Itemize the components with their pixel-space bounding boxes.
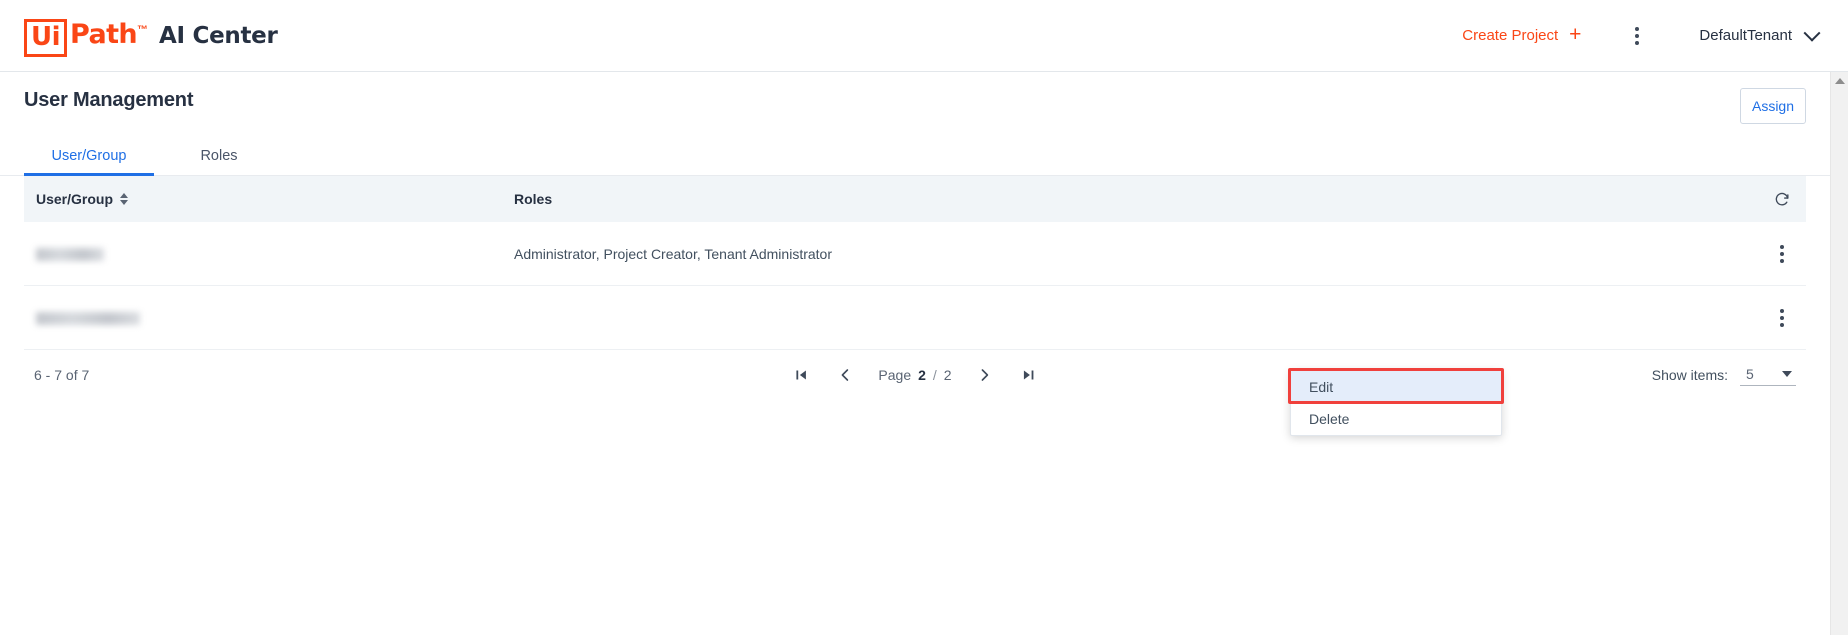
- previous-page-icon[interactable]: [834, 364, 856, 386]
- page-separator: /: [932, 367, 937, 383]
- page-title: User Management: [24, 88, 194, 111]
- pagination-bar: 6 - 7 of 7 Page 2 / 2 Show items: 5: [24, 350, 1806, 400]
- create-project-label: Create Project: [1462, 27, 1559, 44]
- kebab-dot: [1635, 40, 1640, 45]
- page-content: User Management Assign User/Group Roles …: [0, 72, 1830, 635]
- show-items-select[interactable]: 5: [1740, 364, 1796, 386]
- trademark-symbol: ™: [137, 23, 149, 36]
- column-header-roles: Roles: [514, 191, 553, 207]
- header-kebab-menu-icon[interactable]: [1617, 16, 1657, 56]
- vertical-scrollbar[interactable]: [1830, 72, 1848, 635]
- tenant-name: DefaultTenant: [1699, 27, 1792, 44]
- redacted-user-name: [36, 248, 104, 262]
- tab-bar: User/Group Roles: [0, 134, 1830, 176]
- uipath-logo-text: Path: [70, 18, 138, 50]
- column-header-user-group[interactable]: User/Group: [24, 191, 514, 207]
- current-page-number: 2: [918, 367, 926, 383]
- tab-roles[interactable]: Roles: [154, 148, 284, 175]
- table-row[interactable]: [24, 286, 1806, 350]
- tab-user-group[interactable]: User/Group: [24, 148, 154, 176]
- page-header: User Management Assign: [0, 72, 1830, 128]
- header-actions: Create Project + DefaultTenant: [1454, 16, 1822, 56]
- table-header-row: User/Group Roles: [24, 176, 1806, 222]
- cell-user-group: [24, 310, 514, 326]
- caret-down-icon: [1782, 371, 1792, 377]
- total-page-number: 2: [943, 367, 952, 383]
- show-items-value: 5: [1746, 366, 1754, 382]
- context-menu-item-delete[interactable]: Delete: [1291, 403, 1501, 435]
- assign-button[interactable]: Assign: [1740, 88, 1806, 124]
- brand-logo[interactable]: Ui Path ™ AI Center: [24, 17, 278, 57]
- kebab-dot: [1780, 315, 1784, 320]
- pagination-controls: Page 2 / 2: [790, 364, 1039, 386]
- cell-roles: Administrator, Project Creator, Tenant A…: [514, 245, 832, 262]
- kebab-dot: [1635, 26, 1640, 31]
- last-page-icon[interactable]: [1018, 364, 1040, 386]
- last-page-icon-svg: [1024, 370, 1034, 380]
- next-page-icon[interactable]: [974, 364, 996, 386]
- sort-arrow-up: [120, 193, 129, 198]
- top-header-bar: Ui Path ™ AI Center Create Project + Def…: [0, 0, 1848, 72]
- kebab-dot: [1780, 308, 1784, 313]
- context-menu-item-edit[interactable]: Edit: [1291, 371, 1501, 403]
- row-kebab-menu-icon[interactable]: [1760, 232, 1804, 276]
- sort-arrow-down: [120, 200, 129, 205]
- kebab-dot: [1780, 258, 1784, 263]
- chevron-right-icon-svg: [981, 369, 989, 381]
- kebab-dot: [1780, 251, 1784, 256]
- chevron-left-icon-svg: [841, 369, 849, 381]
- refresh-icon[interactable]: [1760, 190, 1804, 208]
- scroll-up-arrow-icon[interactable]: [1834, 78, 1845, 84]
- redacted-user-name: [36, 312, 140, 326]
- tenant-selector[interactable]: DefaultTenant: [1695, 21, 1822, 50]
- row-context-menu: Edit Delete: [1290, 370, 1502, 436]
- product-name: AI Center: [159, 22, 278, 49]
- kebab-dot: [1780, 322, 1784, 327]
- chevron-down-icon: [1803, 24, 1821, 42]
- create-project-button[interactable]: Create Project +: [1454, 19, 1589, 52]
- pagination-range: 6 - 7 of 7: [34, 367, 90, 383]
- plus-icon: +: [1569, 23, 1582, 46]
- show-items-control: Show items: 5: [1652, 364, 1806, 386]
- first-page-icon-svg: [796, 370, 806, 380]
- kebab-dot: [1780, 244, 1784, 249]
- show-items-label: Show items:: [1651, 367, 1728, 383]
- page-indicator: Page 2 / 2: [878, 367, 951, 383]
- uipath-logo-icon: Ui: [24, 18, 68, 57]
- table-row[interactable]: Administrator, Project Creator, Tenant A…: [24, 222, 1806, 286]
- kebab-dot: [1635, 33, 1640, 38]
- column-header-user-group-label: User/Group: [36, 191, 114, 207]
- sort-arrows-icon[interactable]: [120, 193, 129, 205]
- cell-user-group: [24, 246, 514, 262]
- first-page-icon[interactable]: [790, 364, 812, 386]
- row-kebab-menu-icon[interactable]: [1760, 296, 1804, 340]
- refresh-icon-svg: [1775, 192, 1789, 206]
- page-word: Page: [878, 367, 912, 383]
- app-root: Ui Path ™ AI Center Create Project + Def…: [0, 0, 1848, 635]
- user-table: User/Group Roles Administrator, Project …: [24, 176, 1806, 350]
